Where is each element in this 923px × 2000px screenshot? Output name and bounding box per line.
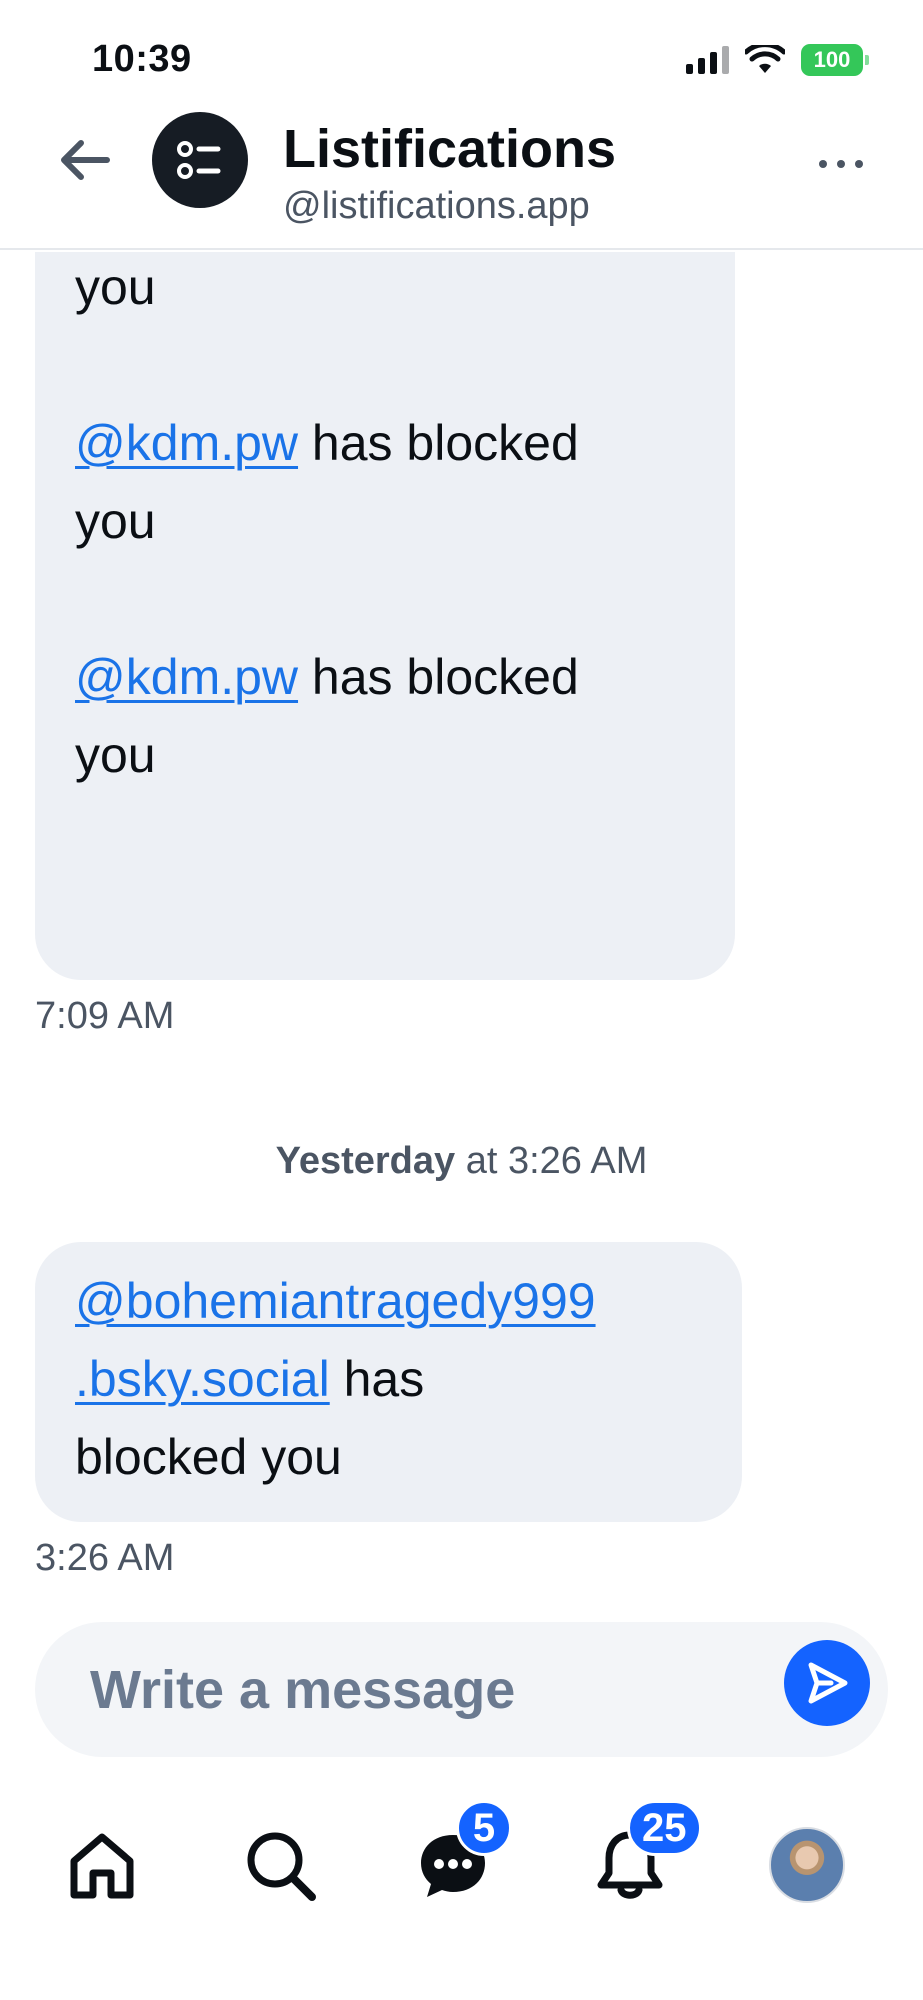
message-timestamp: 7:09 AM (35, 995, 175, 1037)
day-label: Yesterday (275, 1140, 456, 1182)
nav-messages[interactable]: 5 (408, 1800, 512, 1910)
nav-home[interactable] (57, 1820, 147, 1910)
status-time: 10:39 (92, 38, 192, 80)
mention-link[interactable]: @kdm.pw (75, 649, 298, 705)
message-line: @kdm.pw has blocked (75, 404, 579, 482)
message-line: @kdm.pw has blocked (75, 638, 579, 716)
nav-profile[interactable] (762, 1820, 852, 1910)
message-timestamp: 3:26 AM (35, 1537, 175, 1579)
message-text: blocked you (75, 1429, 342, 1485)
message-line: .bsky.social has (75, 1340, 742, 1418)
status-icons: 100 (686, 44, 869, 76)
mention-link[interactable]: .bsky.social (75, 1351, 330, 1407)
message-text: has blocked (298, 415, 579, 471)
message-input[interactable] (90, 1652, 730, 1727)
day-separator: Yesterday at 3:26 AM (0, 1140, 923, 1183)
search-icon (247, 1832, 316, 1901)
conversation-title[interactable]: Listifications (283, 118, 616, 180)
battery-icon: 100 (801, 44, 869, 76)
day-time: at 3:26 AM (455, 1140, 648, 1182)
messages-badge: 5 (456, 1800, 512, 1856)
listifications-avatar[interactable] (152, 112, 248, 208)
more-options-icon[interactable] (819, 160, 863, 168)
notifications-badge: 25 (627, 1800, 702, 1856)
send-button[interactable] (784, 1640, 870, 1726)
message-text: has (329, 1351, 425, 1407)
bottom-navigation: 5 25 (0, 1790, 923, 1930)
message-bubble[interactable]: you @kdm.pw has blocked you @kdm.pw has … (35, 252, 735, 980)
list-icon (177, 141, 221, 179)
nav-search[interactable] (235, 1820, 325, 1910)
profile-avatar (769, 1827, 845, 1903)
cellular-signal-icon (686, 46, 729, 74)
message-bubble[interactable]: @bohemiantragedy999 .bsky.social has blo… (35, 1242, 742, 1522)
back-button[interactable] (55, 130, 115, 190)
wifi-icon (745, 45, 785, 73)
conversation-handle: @listifications.app (283, 185, 590, 227)
message-text: you (75, 259, 156, 315)
mention-link[interactable]: @kdm.pw (75, 415, 298, 471)
arrow-left-icon (61, 140, 110, 180)
message-text: you (75, 493, 156, 549)
home-icon (70, 1833, 134, 1899)
message-text: you (75, 727, 156, 783)
message-line: @bohemiantragedy999 (75, 1262, 742, 1340)
send-icon (808, 1662, 848, 1704)
conversation-header: Listifications @listifications.app (0, 100, 923, 250)
mention-link[interactable]: @bohemiantragedy999 (75, 1273, 596, 1329)
message-composer (35, 1622, 888, 1757)
message-text: has blocked (298, 649, 579, 705)
nav-notifications[interactable]: 25 (585, 1800, 702, 1910)
